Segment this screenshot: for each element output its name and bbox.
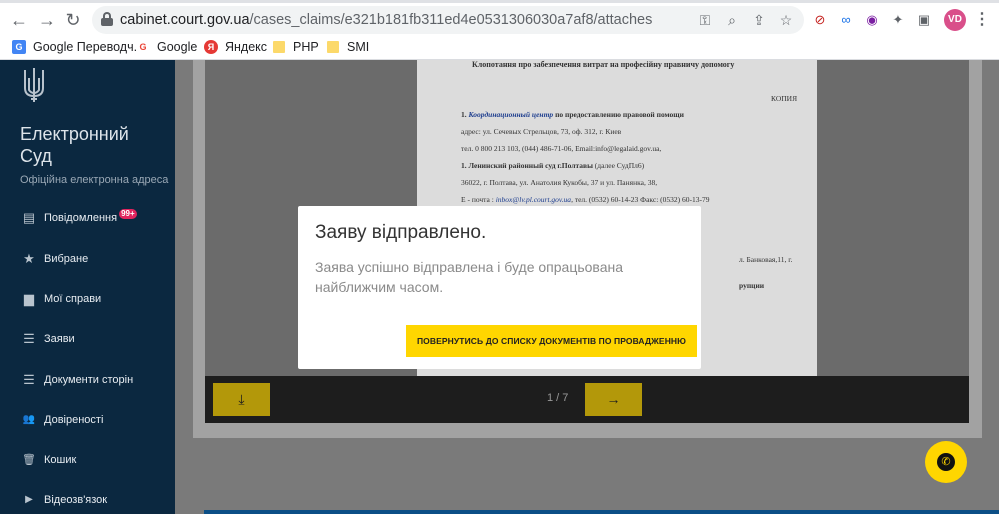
bookmark-label: Яндекс [225, 40, 268, 54]
url-text[interactable]: cabinet.court.gov.ua/cases_claims/e321b1… [120, 12, 652, 28]
sidebar: Електронний Суд Офіційна електронна адре… [0, 60, 175, 514]
notification-badge: 99+ [119, 209, 137, 219]
bookmark-google-translate[interactable]: G Google Переводч... [12, 38, 144, 56]
sidebar-item-label: Повідомлення [44, 212, 118, 224]
yandex-icon: Я [204, 40, 218, 54]
star-icon: ★ [23, 251, 35, 266]
address-bar[interactable]: cabinet.court.gov.ua/cases_claims/e321b1… [92, 6, 804, 34]
doc-line-4: 1. Ленинский районный суд г.Полтавы (дал… [461, 161, 645, 170]
arrow-right-icon: → [606, 391, 621, 407]
google-translate-icon: G [12, 40, 26, 54]
chat-icon: ▤ [22, 210, 36, 225]
bookmark-label: SMI [347, 40, 370, 54]
download-button[interactable]: ⤓ [213, 383, 270, 416]
sidebar-item-powers-of-attorney[interactable]: 👥 Довіреності [0, 404, 175, 436]
people-icon: 👥 [22, 414, 36, 425]
trident-logo-icon[interactable] [22, 66, 46, 104]
star-icon[interactable]: ☆ [776, 10, 796, 30]
doc-line-1: 1. Координационный центр по предоставлен… [461, 110, 684, 119]
copy-label: КОПИЯ [771, 94, 798, 103]
list-icon: ☰ [23, 372, 35, 387]
sidebar-item-label: Заяви [44, 333, 75, 345]
modal-message: Заява успішно відправлена і буде опрацьо… [315, 259, 624, 295]
brand-subtitle: Офіційна електронна адреса [20, 174, 169, 186]
sidebar-item-label: Кошик [44, 454, 77, 466]
bookmark-google[interactable]: G Google [136, 38, 197, 56]
list-icon: ☰ [23, 331, 35, 346]
bookmark-label: Google [157, 40, 198, 54]
bookmarks-bar: G Google Переводч... G Google Я Яндекс P… [0, 34, 999, 60]
browser-toolbar: ← → ↻ cabinet.court.gov.ua/cases_claims/… [0, 0, 999, 34]
doc-fragment-1: л. Банковая,11, г. [739, 255, 793, 264]
sidebar-item-claims[interactable]: ☰ Заяви [0, 323, 175, 355]
forward-button[interactable]: → [36, 9, 58, 31]
url-host: cabinet.court.gov.ua [120, 12, 250, 28]
share-icon[interactable]: ⇪ [749, 10, 769, 30]
sidebar-item-label: Мої справи [44, 293, 102, 305]
key-icon[interactable]: ⚿ [695, 10, 715, 30]
modal-title: Заяву відправлено. [315, 222, 487, 243]
lock-icon[interactable] [101, 12, 113, 26]
sidebar-item-trash[interactable]: 🗑 Кошик [0, 444, 175, 476]
sidebar-item-video-call[interactable]: ▶ Відеозв'язок [0, 484, 175, 514]
sidebar-item-label: Вибране [44, 253, 89, 265]
google-icon: G [136, 40, 150, 54]
bookmark-folder-smi[interactable]: SMI [327, 38, 369, 56]
video-icon: ▶ [25, 494, 33, 505]
folder-icon [273, 41, 285, 53]
doc-line-2: адрес: ул. Сечевых Стрельцов, 73, оф. 31… [461, 127, 622, 136]
sidebar-item-party-documents[interactable]: ☰ Документи сторін [0, 364, 175, 396]
zoom-icon[interactable]: ⌕ [722, 10, 742, 30]
success-modal: Заяву відправлено. Заява успішно відправ… [298, 206, 701, 369]
sidebar-item-favorites[interactable]: ★ Вибране [0, 243, 175, 275]
doc-line-5: 36022, г. Полтава, ул. Анатолия Кукобы, … [461, 178, 658, 187]
call-button[interactable]: ✆ [925, 441, 967, 483]
download-icon: ⤓ [238, 391, 245, 407]
bookmark-folder-php[interactable]: PHP [273, 38, 319, 56]
bookmark-label: Google Переводч... [33, 40, 145, 54]
page-counter: 1 / 7 [547, 392, 569, 404]
sidebar-item-label: Довіреності [44, 414, 104, 426]
arrow-left-icon: ← [10, 10, 28, 30]
bookmark-yandex[interactable]: Я Яндекс [204, 38, 267, 56]
side-panel-icon[interactable]: ▣ [914, 10, 934, 30]
footer-strip [204, 510, 999, 514]
url-path: /cases_claims/e321b181fb311ed4e053130603… [249, 12, 653, 28]
brand-title[interactable]: Електронний Суд [20, 123, 130, 167]
blocker-extension-icon[interactable]: ⊘ [810, 10, 830, 30]
trash-icon: 🗑 [22, 454, 36, 466]
color-extension-icon[interactable]: ◉ [862, 10, 882, 30]
return-to-documents-button[interactable]: ПОВЕРНУТИСЬ ДО СПИСКУ ДОКУМЕНТІВ ПО ПРОВ… [406, 325, 697, 357]
puzzle-extensions-icon[interactable]: ✦ [888, 10, 908, 30]
arrow-right-icon: → [38, 10, 56, 30]
phone-icon: ✆ [937, 453, 955, 471]
sidebar-item-label: Документи сторін [44, 374, 134, 386]
bookmark-label: PHP [293, 40, 319, 54]
folder-icon [327, 41, 339, 53]
doc-fragment-2: рупции [739, 281, 765, 290]
document-title: Клопотання про забезпечення витрат на пр… [472, 60, 735, 69]
sidebar-item-messages[interactable]: ▤ Повідомлення 99+ [0, 202, 175, 234]
next-page-button[interactable]: → [585, 383, 642, 416]
folder-icon: ▆ [24, 291, 34, 306]
reload-button[interactable]: ↻ [62, 9, 84, 31]
doc-line-6: E - почта : inbox@lv.pl.court.gov.ua, те… [461, 195, 710, 204]
infinity-extension-icon[interactable]: ∞ [836, 10, 856, 30]
viewer-toolbar: ⤓ 1 / 7 → [205, 376, 969, 423]
back-button[interactable]: ← [8, 9, 30, 31]
sidebar-item-label: Відеозв'язок [44, 494, 108, 506]
sidebar-item-my-cases[interactable]: ▆ Мої справи [0, 283, 175, 315]
profile-avatar[interactable]: VD [944, 9, 966, 31]
reload-icon: ↻ [65, 10, 81, 30]
browser-menu-icon[interactable]: ⋮ [974, 9, 990, 31]
doc-line-3: тел. 0 800 213 103, (044) 486-71-06, Ema… [461, 144, 662, 153]
